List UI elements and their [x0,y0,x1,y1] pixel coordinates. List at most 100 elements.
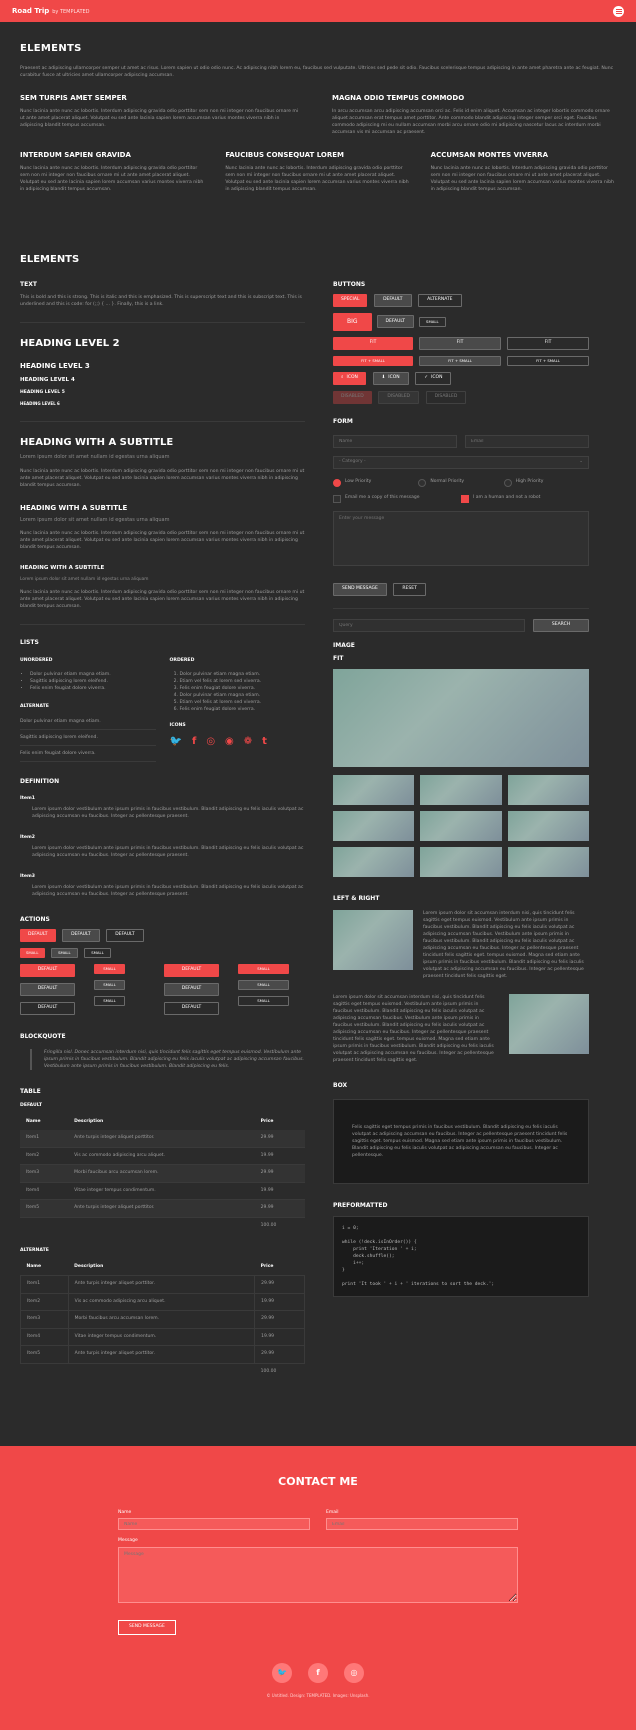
definition-list: Item1 Lorem ipsum dolor vestibulum ante … [20,795,305,898]
left-right-block-2: Lorem ipsum dolor sit accumsan interdum … [333,993,589,1064]
thumbnail [333,811,415,842]
ordered-list: Dolor pulvinar etiam magna etiam. Etiam … [170,671,306,713]
list-item: Sagittis adipiscing lorem eleifend. [30,678,156,685]
preformatted-heading: PREFORMATTED [333,1201,388,1209]
email-input[interactable] [465,434,589,448]
fit-small-special-button[interactable]: FIT + SMALL [333,355,413,366]
action-default-special[interactable]: DEFAULT [20,928,56,942]
instagram-icon[interactable]: ◎ [206,735,215,750]
icon-button-alt[interactable]: ✓ ICON [415,371,452,385]
action-default-alt[interactable]: DEFAULT [106,928,144,942]
action-small-alt[interactable]: SMALL [84,947,111,958]
thumbnail [333,847,415,878]
facebook-icon[interactable]: f [192,735,196,750]
alternate-list: Dolor pulvinar etiam magna etiam. Sagitt… [20,714,156,763]
list-item: Felis enim feugiat dolore viverra. [20,746,156,763]
thumbnail [333,775,415,806]
send-message-button[interactable]: SEND MESSAGE [333,582,387,596]
radio-normal[interactable]: Normal Priority [418,478,481,487]
brand-by: by TEMPLATED [52,8,90,15]
fit-small-default-button[interactable]: FIT + SMALL [419,355,501,366]
fit-special-button[interactable]: FIT [333,336,413,350]
twitter-icon[interactable]: 🐦 [170,735,182,750]
reset-button[interactable]: RESET [393,582,426,596]
default-button[interactable]: DEFAULT [374,293,412,307]
alternate-button[interactable]: ALTERNATE [418,293,462,307]
message-textarea[interactable] [333,510,589,566]
radio-low[interactable]: Low Priority [333,478,396,487]
stacked-default-alt[interactable]: DEFAULT [20,1001,75,1015]
copy-checkbox[interactable]: Email me a copy of this message [333,494,439,503]
name-input[interactable] [333,434,457,448]
stacked-small-special[interactable]: SMALL [238,963,289,974]
thumbnail [507,775,589,806]
table-default: Name Description Price Item1 Ante turpis in… [20,1114,305,1235]
brand[interactable]: Road Trip by TEMPLATED [12,6,90,16]
action-small[interactable]: SMALL [51,947,78,958]
stacked-default-alt[interactable]: DEFAULT [164,1001,219,1015]
stacked-small[interactable]: SMALL [238,979,289,990]
twitter-icon[interactable]: 🐦 [272,1662,292,1683]
category-select[interactable]: - Category - ⌄ [333,455,589,469]
action-small-special[interactable]: SMALL [20,947,45,958]
list-item: Felis enim feugiat dolore viverra. [180,685,306,692]
big-button[interactable]: BIG [333,312,372,331]
col-title: FAUCIBUS CONSEQUAT LOREM [225,150,345,159]
icon-button-default[interactable]: ⬇ ICON [372,371,409,385]
radio-high[interactable]: High Priority [503,478,567,487]
stack-1: DEFAULT DEFAULT DEFAULT [20,963,80,1021]
stacked-small-alt[interactable]: SMALL [238,995,289,1006]
menu-button[interactable] [613,5,624,17]
left-right-block-1: Lorem ipsum dolor sit accumsan interdum … [333,909,589,980]
heading-level-2: HEADING LEVEL 2 [20,337,120,349]
alternate-heading: ALTERNATE [20,703,49,709]
stacked-default-special[interactable]: DEFAULT [164,963,219,977]
table-row: Item3 Morbi faucibus arcu accumsan lorem.… [20,1164,305,1183]
heading-level-4: HEADING LEVEL 4 [20,376,75,383]
stacked-default[interactable]: DEFAULT [20,982,75,996]
intro-col-4: FAUCIBUS CONSEQUAT LOREM Nunc lacinia ant… [225,150,410,193]
col-title: MAGNA ODIO TEMPUS COMMODO [332,93,465,102]
stacked-small-alt[interactable]: SMALL [94,995,125,1006]
search-button[interactable]: SEARCH [533,618,589,632]
human-checkbox[interactable]: I am a human and not a robot [461,494,567,503]
paragraph-1: Nunc lacinia ante nunc ac lobortis. Inte… [20,468,305,488]
disabled-alt-button: DISABLED [425,390,467,404]
stacked-small[interactable]: SMALL [94,979,125,990]
stacked-default[interactable]: DEFAULT [164,982,219,996]
contact-send-button[interactable]: SEND MESSAGE [118,1620,176,1635]
query-input[interactable] [333,618,525,632]
fit-small-row: FIT + SMALL FIT + SMALL FIT + SMALL [333,355,589,366]
dribbble-icon[interactable]: ❁ [244,735,252,750]
facebook-icon[interactable]: f [308,1662,328,1683]
blockquote: Fringilla nisl. Donec accumsan interdum … [30,1049,305,1071]
contact-title: CONTACT ME [278,1475,358,1488]
thumbnail [507,811,589,842]
fit-alt-button[interactable]: FIT [507,336,589,350]
col-description: Description [74,1263,104,1269]
contact-email-input[interactable] [326,1518,518,1531]
table-row: Item4 Vitae integer tempus condimentum. 19… [20,1182,305,1201]
instagram-icon[interactable]: ◎ [344,1662,364,1683]
stacked-small-special[interactable]: SMALL [94,963,125,974]
special-button[interactable]: SPECIAL [333,293,368,307]
fit-small-alt-button[interactable]: FIT + SMALL [507,355,589,366]
action-default[interactable]: DEFAULT [62,928,100,942]
table-row: Item4 Vitae integer tempus condimentum. 19… [20,1327,305,1347]
paragraph-3: Nunc lacinia ante nunc ac lobortis. Inte… [20,590,305,610]
fit-default-button[interactable]: FIT [419,336,501,350]
small-button[interactable]: SMALL [419,316,446,327]
table-footer: 100.00 [20,1217,305,1234]
col-price: Price [260,1263,274,1269]
icon-button-special[interactable]: ⌕ ICON [333,371,366,385]
box-heading: BOX [333,1081,348,1089]
contact-name-input[interactable] [118,1518,310,1531]
contact-section: CONTACT ME Name Email Message SEND MESSA… [0,1446,636,1730]
github-icon[interactable]: ◉ [225,735,234,750]
table-row: Item1 Ante turpis integer aliquet porttit… [20,1130,305,1148]
stacked-default-special[interactable]: DEFAULT [20,963,75,977]
tumblr-icon[interactable]: t [262,735,267,750]
table-total: 100.00 [260,1222,277,1228]
default-button-2[interactable]: DEFAULT [376,315,415,329]
contact-message-textarea[interactable] [118,1546,518,1603]
